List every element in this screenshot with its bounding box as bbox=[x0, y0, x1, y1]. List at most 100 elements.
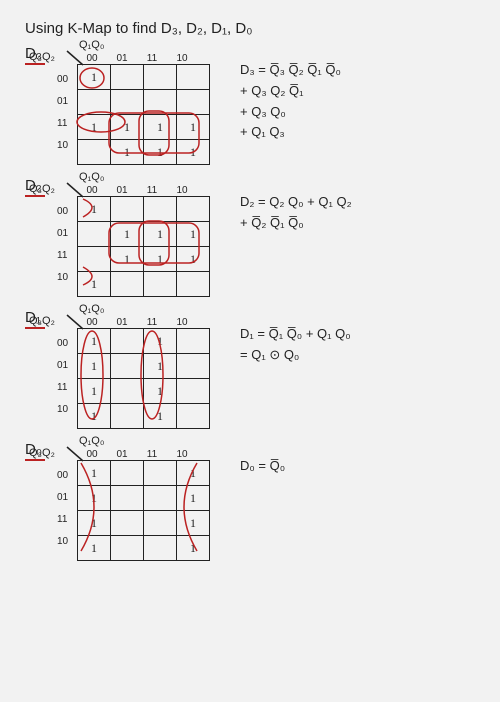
row-code: 01 bbox=[57, 223, 68, 245]
equation-block: D₃ = Q̅₃ Q̅₂ Q̅₁ Q̅₀ + Q₃ Q₂ Q̅₁ + Q₃ Q₀… bbox=[240, 60, 341, 143]
kmap-table: 11111111 bbox=[77, 64, 210, 165]
kmap-cell bbox=[177, 379, 210, 404]
equation-line: + Q₁ Q₃ bbox=[240, 122, 341, 143]
equation-line: = Q₁ ⊙ Q₀ bbox=[240, 345, 351, 366]
axis-top-label: Q₁Q₀ bbox=[79, 435, 104, 447]
row-code: 11 bbox=[57, 113, 68, 135]
kmap-cell: 1 bbox=[144, 247, 177, 272]
kmap-cell: 1 bbox=[78, 461, 111, 486]
kmap-cell bbox=[177, 90, 210, 115]
kmap-cell: 1 bbox=[111, 140, 144, 165]
kmap-table: 11111111 bbox=[77, 196, 210, 297]
kmap-cell bbox=[78, 247, 111, 272]
axis-left-label: Q₃Q₂ bbox=[29, 315, 55, 327]
col-headers: 00011110 bbox=[77, 185, 210, 196]
kmap-cell bbox=[177, 354, 210, 379]
col-code: 11 bbox=[137, 449, 167, 460]
kmap-cell bbox=[78, 222, 111, 247]
kmap-cell bbox=[78, 140, 111, 165]
kmap-cell bbox=[111, 65, 144, 90]
kmap-cell: 1 bbox=[177, 140, 210, 165]
kmap-cell: 1 bbox=[78, 354, 111, 379]
axis-top-label: Q₁Q₀ bbox=[79, 303, 104, 315]
kmap-cell bbox=[177, 197, 210, 222]
kmap-section: D₂Q₁Q₀Q₃Q₂000111100001111011111111 D₂ = … bbox=[25, 177, 475, 297]
row-code: 10 bbox=[57, 135, 68, 157]
row-code: 10 bbox=[57, 399, 68, 421]
row-headers: 00011110 bbox=[57, 69, 68, 157]
kmap-cell: 1 bbox=[144, 404, 177, 429]
col-code: 10 bbox=[167, 53, 197, 64]
kmap-section: D₃Q₁Q₀Q₃Q₂000111100001111011111111 D₃ = … bbox=[25, 45, 475, 165]
kmap-cell: 1 bbox=[78, 272, 111, 297]
kmap-cell bbox=[111, 511, 144, 536]
kmap-cell: 1 bbox=[177, 222, 210, 247]
kmap-cell: 1 bbox=[78, 404, 111, 429]
kmap-section: D₁Q₁Q₀Q₃Q₂000111100001111011111111 D₁ = … bbox=[25, 309, 475, 429]
kmap-cell bbox=[111, 272, 144, 297]
col-code: 01 bbox=[107, 53, 137, 64]
kmap-cell bbox=[111, 404, 144, 429]
row-headers: 00011110 bbox=[57, 201, 68, 289]
equation-block: D₀ = Q̅₀ bbox=[240, 456, 285, 477]
kmap-cell: 1 bbox=[144, 379, 177, 404]
col-code: 01 bbox=[107, 185, 137, 196]
kmap-cell bbox=[111, 461, 144, 486]
row-code: 00 bbox=[57, 465, 68, 487]
axis-left-label: Q₃Q₂ bbox=[29, 51, 55, 63]
kmap-cell: 1 bbox=[111, 115, 144, 140]
kmap-cell: 1 bbox=[144, 140, 177, 165]
col-code: 10 bbox=[167, 185, 197, 196]
kmap-cell bbox=[111, 486, 144, 511]
kmap-grid: Q₁Q₀Q₃Q₂000111100001111011111111 bbox=[59, 449, 210, 561]
kmap-cell: 1 bbox=[78, 65, 111, 90]
kmap-cell: 1 bbox=[111, 222, 144, 247]
kmap-cell: 1 bbox=[78, 536, 111, 561]
kmap-cell bbox=[111, 197, 144, 222]
kmap-cell bbox=[111, 354, 144, 379]
kmap-cell bbox=[144, 272, 177, 297]
row-code: 00 bbox=[57, 201, 68, 223]
col-code: 11 bbox=[137, 53, 167, 64]
kmap-cell: 1 bbox=[177, 536, 210, 561]
kmap-cell bbox=[144, 65, 177, 90]
kmap-cell bbox=[144, 461, 177, 486]
col-code: 01 bbox=[107, 317, 137, 328]
axis-top-label: Q₁Q₀ bbox=[79, 39, 104, 51]
kmap-cell: 1 bbox=[78, 486, 111, 511]
kmap-cell: 1 bbox=[111, 247, 144, 272]
equation-block: D₂ = Q₂ Q₀ + Q₁ Q₂ + Q̅₂ Q̅₁ Q̅₀ bbox=[240, 192, 352, 234]
equation-line: D₁ = Q̅₁ Q̅₀ + Q₁ Q₀ bbox=[240, 324, 351, 345]
kmap-section: D₀Q₁Q₀Q₃Q₂000111100001111011111111 D₀ = … bbox=[25, 441, 475, 561]
row-code: 01 bbox=[57, 91, 68, 113]
row-code: 01 bbox=[57, 355, 68, 377]
kmap-cell bbox=[177, 404, 210, 429]
equation-line: D₃ = Q̅₃ Q̅₂ Q̅₁ Q̅₀ bbox=[240, 60, 341, 81]
row-code: 10 bbox=[57, 267, 68, 289]
equation-line: + Q̅₂ Q̅₁ Q̅₀ bbox=[240, 213, 352, 234]
row-headers: 00011110 bbox=[57, 333, 68, 421]
col-code: 11 bbox=[137, 317, 167, 328]
kmap-cell bbox=[144, 197, 177, 222]
col-code: 10 bbox=[167, 449, 197, 460]
page-title: Using K-Map to find D₃, D₂, D₁, D₀ bbox=[25, 20, 475, 37]
kmap-cell: 1 bbox=[78, 511, 111, 536]
kmap-table: 11111111 bbox=[77, 328, 210, 429]
kmap-cell bbox=[111, 329, 144, 354]
kmap-grid: Q₁Q₀Q₃Q₂000111100001111011111111 bbox=[59, 185, 210, 297]
axis-top-label: Q₁Q₀ bbox=[79, 171, 104, 183]
kmap-table: 11111111 bbox=[77, 460, 210, 561]
kmap-cell: 1 bbox=[144, 115, 177, 140]
kmap-cell bbox=[144, 511, 177, 536]
row-code: 00 bbox=[57, 333, 68, 355]
kmap-cell: 1 bbox=[78, 197, 111, 222]
kmap-cell: 1 bbox=[177, 247, 210, 272]
kmap-grid: Q₁Q₀Q₃Q₂000111100001111011111111 bbox=[59, 53, 210, 165]
kmap-cell: 1 bbox=[78, 379, 111, 404]
axis-left-label: Q₃Q₂ bbox=[29, 447, 55, 459]
row-headers: 00011110 bbox=[57, 465, 68, 553]
kmap-cell bbox=[111, 536, 144, 561]
row-code: 11 bbox=[57, 509, 68, 531]
col-code: 10 bbox=[167, 317, 197, 328]
kmap-cell: 1 bbox=[177, 461, 210, 486]
